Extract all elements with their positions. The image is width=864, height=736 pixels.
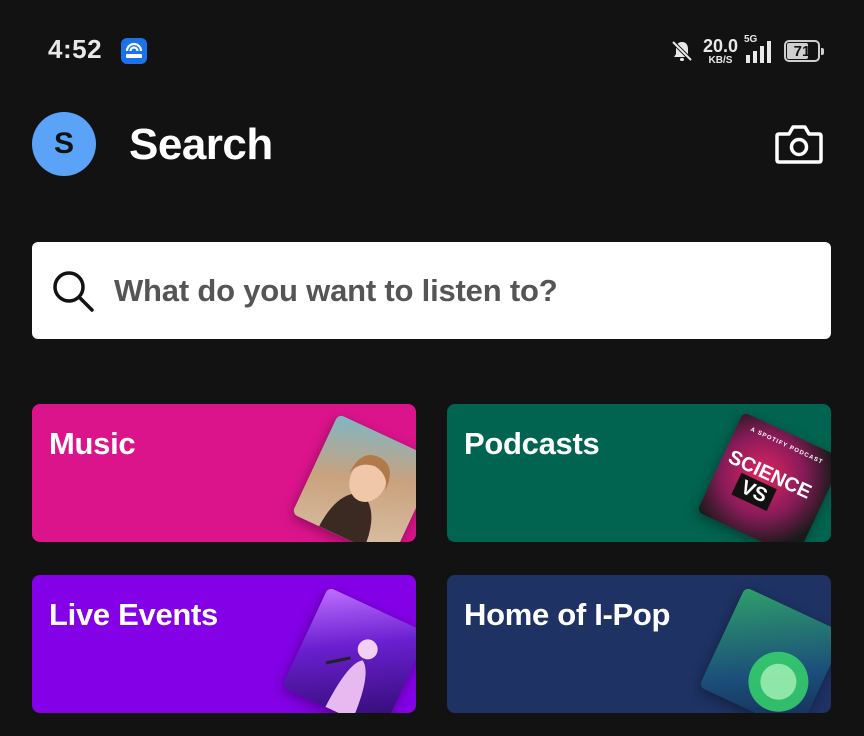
concert-photo-image (281, 586, 416, 713)
search-input[interactable]: What do you want to listen to? (32, 242, 831, 339)
hotspot-icon (121, 38, 147, 64)
category-card-home-of-i-pop[interactable]: Home of I-Pop (447, 575, 831, 713)
category-label: Music (49, 426, 136, 461)
header: S Search (32, 112, 832, 178)
cellular-signal: 5G (744, 34, 774, 64)
category-card-music[interactable]: Music (32, 404, 416, 542)
category-card-live-events[interactable]: Live Events (32, 575, 416, 713)
category-label: Live Events (49, 597, 219, 632)
bell-off-icon (671, 40, 693, 62)
podcast-cover-image: A SPOTIFY PODCAST SCIENCE VS (696, 411, 831, 542)
network-speed-value: 20.0 (702, 35, 738, 56)
category-card-podcasts[interactable]: Podcasts A SPOTIFY PODCAST SCIENCE VS (447, 404, 831, 542)
playlist-cover-art (748, 651, 809, 712)
playlist-cover-image (698, 586, 831, 713)
status-bar: 4:52 20.0 KB/S 5G 71 (0, 0, 864, 100)
search-placeholder: What do you want to listen to? (114, 272, 558, 308)
page-title: Search (129, 120, 273, 169)
artist-portrait-image (291, 413, 416, 542)
avatar[interactable]: S (32, 112, 96, 176)
network-type: 5G (744, 34, 758, 45)
podcast-cover-title: SCIENCE VS (715, 446, 815, 524)
status-time: 4:52 (48, 34, 103, 64)
search-icon (53, 270, 94, 312)
battery-icon: 71 (784, 40, 824, 62)
performer-figure (325, 639, 378, 713)
category-label: Podcasts (464, 426, 600, 461)
camera-icon (775, 125, 823, 164)
portrait-figure (319, 454, 390, 542)
status-indicators: 20.0 KB/S 5G 71 (669, 34, 824, 68)
battery-level: 71 (793, 42, 811, 60)
network-speed: 20.0 KB/S (703, 37, 738, 66)
network-speed-unit: KB/S (708, 54, 733, 66)
camera-button[interactable] (774, 120, 824, 168)
category-label: Home of I-Pop (464, 597, 671, 632)
